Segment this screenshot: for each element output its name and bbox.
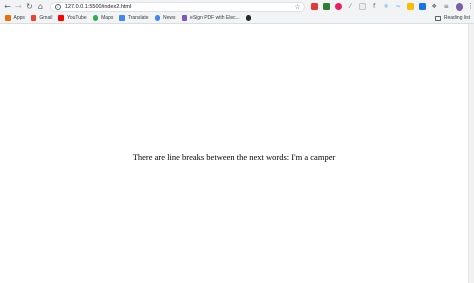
avatar[interactable] xyxy=(455,2,464,11)
bookmark-translate[interactable]: Translate xyxy=(119,15,149,21)
bookmark-label: Translate xyxy=(127,15,149,21)
reading-list-icon xyxy=(434,15,441,21)
browser-toolbar: ← → ↻ ⌂ i 127.0.0.1:5500/index2.html ☆ ⁄… xyxy=(0,0,474,13)
puzzle-extensions-icon[interactable]: ❖ xyxy=(431,3,438,10)
translate-icon xyxy=(119,15,125,21)
react-extension-icon[interactable]: ⚛ xyxy=(383,3,390,10)
bookmark-label: Apps xyxy=(13,15,25,21)
bookmark-label: eSign PDF with Elec... xyxy=(190,15,240,21)
gmail-icon xyxy=(30,15,37,21)
bookmark-label: Gmail xyxy=(39,15,53,21)
browser-window: ← → ↻ ⌂ i 127.0.0.1:5500/index2.html ☆ ⁄… xyxy=(0,0,474,283)
blue-square-extension-icon[interactable] xyxy=(418,3,426,10)
green-extension-icon[interactable] xyxy=(322,3,330,10)
address-url[interactable]: 127.0.0.1:5500/index2.html xyxy=(65,4,131,10)
page-viewport: There are line breaks between the next w… xyxy=(0,24,474,283)
bookmarks-bar: Apps Gmail YouTube Maps Translate News eSign P… xyxy=(0,13,474,24)
bookmark-label: News xyxy=(163,15,176,21)
info-icon[interactable]: i xyxy=(54,3,61,10)
more-vertical-icon[interactable]: ⋮ xyxy=(467,3,474,10)
extensions-area: ⁄ f ⚛ ~ ❖ ≡ xyxy=(310,3,455,10)
media-extension-icon[interactable]: ≡ xyxy=(443,3,450,10)
wave-extension-icon[interactable]: ~ xyxy=(395,3,402,10)
dropper-extension-icon[interactable]: ⁄ xyxy=(347,3,354,10)
bookmark-youtube[interactable]: YouTube xyxy=(58,15,87,21)
address-bar[interactable]: i 127.0.0.1:5500/index2.html ☆ xyxy=(49,1,305,12)
bookmark-news[interactable]: News xyxy=(154,15,176,21)
esign-icon xyxy=(181,15,188,21)
pink-extension-icon[interactable] xyxy=(334,3,342,10)
reading-list-button[interactable]: Reading list xyxy=(434,15,470,21)
news-icon xyxy=(154,15,161,21)
adblock-extension-icon[interactable] xyxy=(310,3,318,10)
apps-grid-icon xyxy=(5,15,11,21)
star-icon[interactable]: ☆ xyxy=(294,3,300,11)
reading-list-label: Reading list xyxy=(443,15,470,21)
page-text: There are line breaks between the next w… xyxy=(132,152,336,162)
bookmark-esign-pdf-with-elec[interactable]: eSign PDF with Elec... xyxy=(181,15,240,21)
bookmark-maps[interactable]: Maps xyxy=(92,15,114,21)
arrow-right-icon[interactable]: → xyxy=(13,0,24,13)
bookmark-label: YouTube xyxy=(66,15,87,21)
drive-extension-icon[interactable] xyxy=(406,3,414,10)
arrow-left-icon[interactable]: ← xyxy=(2,0,13,13)
github-icon[interactable] xyxy=(245,15,252,21)
bookmark-label: Maps xyxy=(101,15,114,21)
vertical-scrollbar[interactable] xyxy=(468,24,474,283)
bookmark-apps[interactable]: Apps xyxy=(5,15,25,21)
reload-icon[interactable]: ↻ xyxy=(24,0,35,13)
blank-extension-icon[interactable] xyxy=(358,3,366,10)
youtube-icon xyxy=(58,15,64,21)
home-icon[interactable]: ⌂ xyxy=(35,0,46,13)
maps-icon xyxy=(92,15,99,21)
bookmark-gmail[interactable]: Gmail xyxy=(30,15,53,21)
font-extension-icon[interactable]: f xyxy=(371,3,378,10)
